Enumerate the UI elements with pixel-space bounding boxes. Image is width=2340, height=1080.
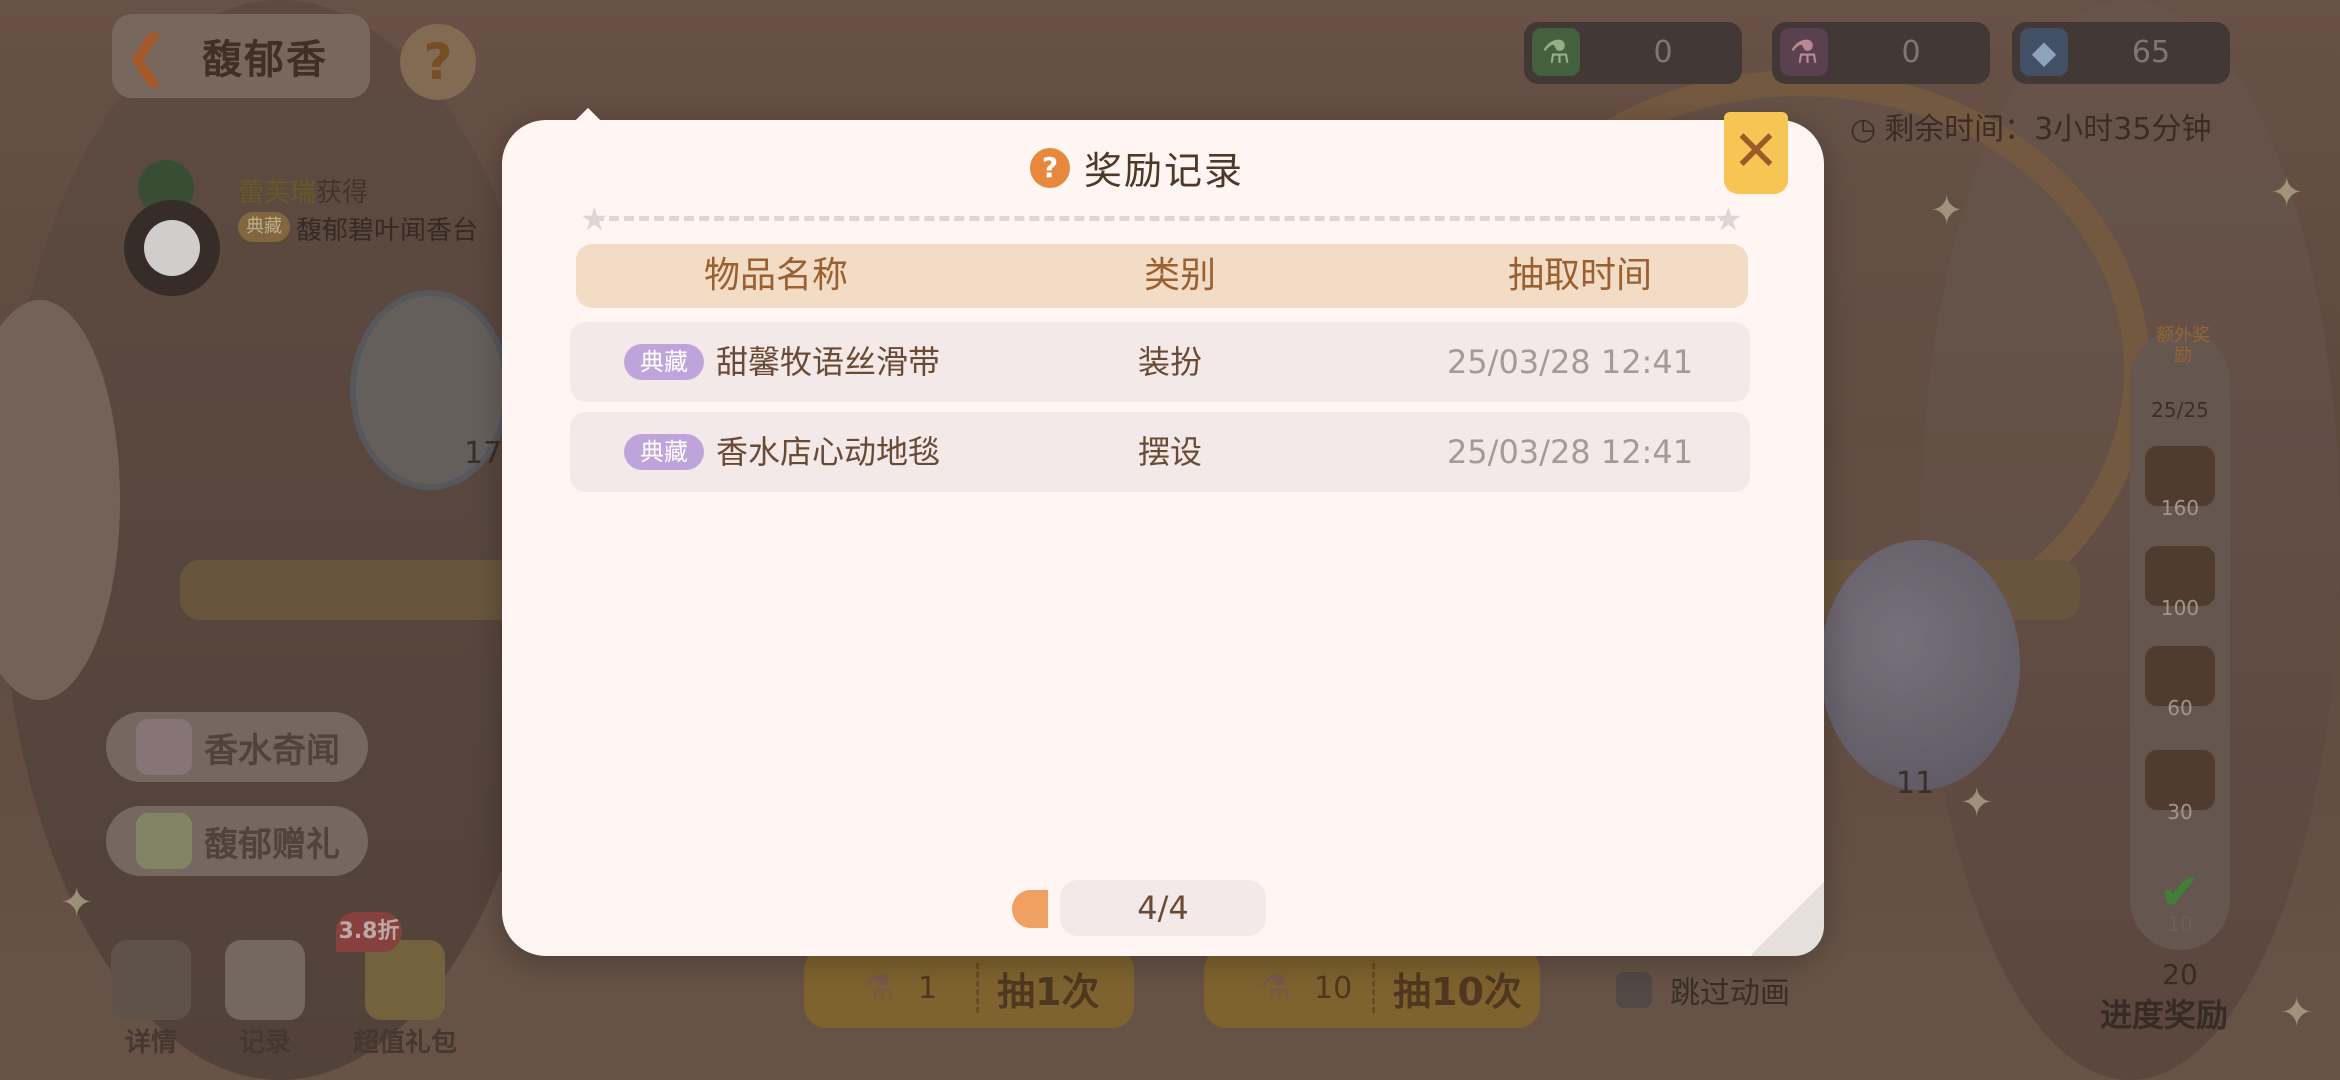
rarity-tag: 典藏 <box>624 344 704 380</box>
table-row: 典藏 甜馨牧语丝滑带 装扮 25/03/28 12:41 <box>570 322 1750 402</box>
rarity-tag: 典藏 <box>624 434 704 470</box>
column-header-item-name: 物品名称 <box>703 255 848 296</box>
previous-page-button[interactable] <box>1012 890 1048 928</box>
dashed-divider <box>594 216 1730 221</box>
draw-time: 25/03/28 12:41 <box>1446 433 1694 471</box>
column-header-category: 类别 <box>1143 255 1216 296</box>
item-name: 香水店心动地毯 <box>716 433 941 471</box>
page-indicator: 4/4 <box>1060 880 1266 936</box>
dialog-help-icon[interactable]: ? <box>1030 148 1070 188</box>
close-button[interactable]: ✕ <box>1724 112 1788 194</box>
star-icon: ★ <box>580 200 609 238</box>
page-curl-deco <box>1752 880 1824 956</box>
draw-time: 25/03/28 12:41 <box>1446 343 1694 381</box>
table-row: 典藏 香水店心动地毯 摆设 25/03/28 12:41 <box>570 412 1750 492</box>
column-header-draw-time: 抽取时间 <box>1507 255 1652 296</box>
item-category: 摆设 <box>1137 433 1202 471</box>
item-category: 装扮 <box>1137 343 1202 381</box>
star-icon: ★ <box>1714 200 1743 238</box>
item-name: 甜馨牧语丝滑带 <box>716 343 941 381</box>
dialog-title: 奖励记录 <box>1084 149 1245 193</box>
table-header: 物品名称 类别 抽取时间 <box>576 244 1748 308</box>
